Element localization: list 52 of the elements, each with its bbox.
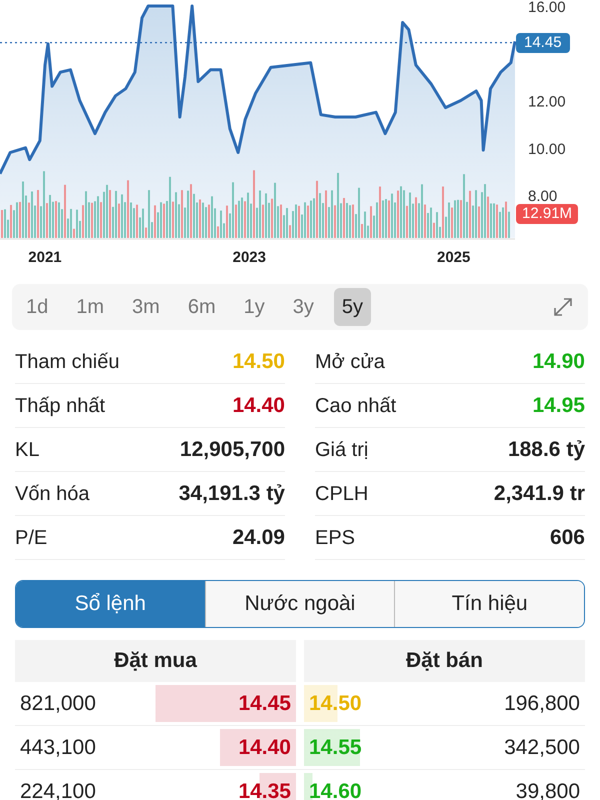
section-tab[interactable]: Sổ lệnh — [16, 581, 205, 627]
axis-label: 12.00 — [528, 94, 566, 110]
stat-value: 606 — [550, 524, 585, 551]
expand-icon[interactable] — [552, 296, 574, 318]
period-tab[interactable]: 3y — [284, 288, 322, 326]
stat-value: 2,341.9 tr — [494, 480, 585, 507]
period-tab[interactable]: 1m — [68, 288, 112, 326]
ask-price: 14.50 — [308, 690, 362, 717]
stat-value: 188.6 tỷ — [508, 436, 585, 463]
ask-price: 14.55 — [308, 734, 362, 761]
stat-label: EPS — [315, 526, 356, 550]
stat-value: 14.90 — [532, 348, 585, 375]
bid-price: 14.45 — [238, 690, 292, 717]
bid-volume: 443,100 — [19, 734, 96, 761]
stat-label: P/E — [15, 526, 48, 550]
section-tab[interactable]: Nước ngoài — [204, 581, 394, 627]
bid-price: 14.35 — [238, 778, 292, 800]
stat-label: Giá trị — [315, 438, 368, 462]
stat-label: Mở cửa — [315, 350, 385, 374]
ask-volume: 342,500 — [504, 734, 581, 761]
bid-volume: 821,000 — [19, 690, 96, 717]
period-tab[interactable]: 3m — [124, 288, 168, 326]
stat-value: 12,905,700 — [180, 436, 285, 463]
axis-label: 16.00 — [528, 0, 566, 16]
stat-value: 14.40 — [232, 392, 285, 419]
axis-label: 2025 — [437, 249, 470, 266]
volume-tag: 12.91M — [516, 204, 578, 224]
stat-value: 24.09 — [232, 524, 285, 551]
period-tab[interactable]: 6m — [180, 288, 224, 326]
ask-price: 14.60 — [308, 778, 362, 800]
stat-label: Tham chiếu — [15, 350, 120, 374]
axis-label: 10.00 — [528, 140, 566, 158]
price-tag: 14.45 — [516, 32, 570, 53]
axis-label: 8.00 — [528, 188, 558, 205]
stat-label: Thấp nhất — [15, 394, 106, 418]
stat-value: 14.95 — [532, 392, 585, 419]
stat-label: Cao nhất — [315, 394, 396, 418]
period-tab[interactable]: 1d — [18, 288, 56, 326]
section-tab[interactable]: Tín hiệu — [394, 581, 584, 627]
ask-volume: 196,800 — [504, 690, 581, 717]
stat-label: Vốn hóa — [15, 482, 90, 506]
axis-label: 2021 — [28, 249, 62, 266]
stat-value: 14.50 — [232, 348, 285, 375]
stat-label: KL — [15, 438, 40, 462]
bid-price: 14.40 — [238, 734, 292, 761]
column-header: Đặt mua — [15, 640, 296, 682]
stat-value: 34,191.3 tỷ — [178, 480, 285, 507]
axis-label: 2023 — [232, 249, 266, 266]
column-header: Đặt bán — [304, 640, 585, 682]
stat-label: CPLH — [315, 482, 368, 506]
period-tab[interactable]: 5y — [334, 288, 372, 326]
period-tab[interactable]: 1y — [236, 288, 273, 326]
